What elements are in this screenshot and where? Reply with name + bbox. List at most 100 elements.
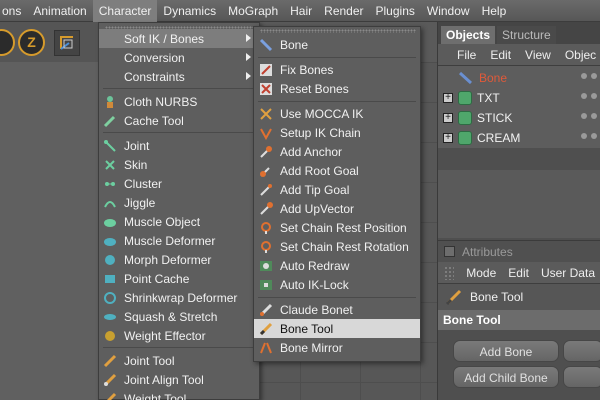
object-row-stick[interactable]: + STICK bbox=[438, 108, 600, 128]
menu-item-use-mocca-ik[interactable]: Use MOCCA IK bbox=[254, 104, 420, 123]
menu-item-cache-tool[interactable]: Cache Tool bbox=[99, 111, 259, 130]
menu-tearoff-grip[interactable] bbox=[260, 29, 416, 33]
world-coordinates-icon[interactable] bbox=[54, 30, 80, 56]
menu-item-cluster[interactable]: Cluster bbox=[99, 174, 259, 193]
menu-plugins[interactable]: Plugins bbox=[370, 0, 421, 22]
visibility-dots[interactable] bbox=[581, 133, 597, 143]
add-bone-button[interactable]: Add Bone bbox=[453, 340, 559, 362]
attributes-menu-mode[interactable]: Mode bbox=[460, 266, 502, 280]
joint-tool-icon bbox=[103, 354, 117, 367]
objects-menu: File Edit View Objec bbox=[438, 44, 600, 66]
soft-ik-submenu: Bone Fix Bones Reset Bones Use MOCCA IK … bbox=[253, 26, 421, 362]
menu-ons[interactable]: ons bbox=[0, 0, 27, 22]
menu-mograph[interactable]: MoGraph bbox=[222, 0, 284, 22]
menu-item-label: Soft IK / Bones bbox=[124, 31, 205, 46]
menu-item-setup-ik-chain[interactable]: Setup IK Chain bbox=[254, 123, 420, 142]
menu-character[interactable]: Character bbox=[92, 0, 158, 22]
menu-animation[interactable]: Animation bbox=[27, 0, 92, 22]
menu-item-label: Joint Tool bbox=[124, 353, 175, 368]
object-name: Bone bbox=[479, 71, 508, 85]
visibility-dots[interactable] bbox=[581, 73, 597, 83]
menu-item-shrinkwrap-deformer[interactable]: Shrinkwrap Deformer bbox=[99, 288, 259, 307]
rotate-tool-icon[interactable] bbox=[0, 29, 15, 56]
objects-menu-view[interactable]: View bbox=[518, 48, 558, 62]
menu-item-add-anchor[interactable]: Add Anchor bbox=[254, 142, 420, 161]
tab-objects[interactable]: Objects bbox=[441, 26, 496, 44]
null-object-icon bbox=[458, 91, 472, 105]
menu-item-bone[interactable]: Bone bbox=[254, 35, 420, 54]
menu-help[interactable]: Help bbox=[476, 0, 513, 22]
menu-window[interactable]: Window bbox=[421, 0, 476, 22]
menu-item-set-chain-rest-position[interactable]: Set Chain Rest Position bbox=[254, 218, 420, 237]
menu-item-label: Squash & Stretch bbox=[124, 309, 218, 324]
viewport-edge bbox=[0, 62, 98, 400]
menu-render[interactable]: Render bbox=[318, 0, 369, 22]
tab-structure[interactable]: Structure bbox=[497, 26, 556, 44]
add-bone-button-2[interactable] bbox=[563, 340, 600, 362]
menu-item-label: Add UpVector bbox=[280, 201, 355, 216]
menu-item-auto-redraw[interactable]: Auto Redraw bbox=[254, 256, 420, 275]
menu-item-label: Reset Bones bbox=[280, 81, 349, 96]
add-child-bone-button-2[interactable] bbox=[563, 366, 600, 388]
objects-menu-file[interactable]: File bbox=[450, 48, 483, 62]
menu-dynamics[interactable]: Dynamics bbox=[157, 0, 222, 22]
menu-item-joint-align-tool[interactable]: Joint Align Tool bbox=[99, 370, 259, 389]
object-row-txt[interactable]: + TXT bbox=[438, 88, 600, 108]
menu-item-weight-tool[interactable]: Weight Tool bbox=[99, 389, 259, 400]
menu-item-morph-deformer[interactable]: Morph Deformer bbox=[99, 250, 259, 269]
menu-item-reset-bones[interactable]: Reset Bones bbox=[254, 79, 420, 98]
menu-item-joint[interactable]: Joint bbox=[99, 136, 259, 155]
menu-item-label: Constraints bbox=[124, 69, 185, 84]
menu-item-fix-bones[interactable]: Fix Bones bbox=[254, 60, 420, 79]
object-list-empty-area[interactable] bbox=[438, 170, 600, 238]
menu-item-muscle-object[interactable]: Muscle Object bbox=[99, 212, 259, 231]
fix-bones-icon bbox=[260, 63, 272, 76]
menu-item-bone-tool[interactable]: Bone Tool bbox=[254, 319, 420, 338]
attributes-menu-user-data[interactable]: User Data bbox=[535, 266, 600, 280]
objects-menu-edit[interactable]: Edit bbox=[483, 48, 518, 62]
menu-item-add-tip-goal[interactable]: Add Tip Goal bbox=[254, 180, 420, 199]
menu-item-set-chain-rest-rotation[interactable]: Set Chain Rest Rotation bbox=[254, 237, 420, 256]
bone-mirror-icon bbox=[260, 342, 272, 353]
menu-item-conversion[interactable]: Conversion bbox=[99, 48, 259, 67]
menu-item-auto-ik-lock[interactable]: Auto IK-Lock bbox=[254, 275, 420, 294]
menu-item-joint-tool[interactable]: Joint Tool bbox=[99, 351, 259, 370]
attributes-checkbox[interactable] bbox=[444, 246, 455, 257]
jiggle-icon bbox=[104, 200, 116, 207]
menu-item-label: Muscle Object bbox=[124, 214, 201, 229]
menu-item-constraints[interactable]: Constraints bbox=[99, 67, 259, 86]
menu-item-jiggle[interactable]: Jiggle bbox=[99, 193, 259, 212]
expand-icon[interactable]: + bbox=[443, 133, 453, 143]
grip-icon[interactable] bbox=[444, 265, 455, 280]
menu-item-label: Auto Redraw bbox=[280, 258, 350, 273]
menu-item-claude-bonet[interactable]: Claude Bonet bbox=[254, 300, 420, 319]
menu-item-label: Add Anchor bbox=[280, 144, 343, 159]
visibility-dots[interactable] bbox=[581, 113, 597, 123]
menu-item-squash-stretch[interactable]: Squash & Stretch bbox=[99, 307, 259, 326]
menu-item-point-cache[interactable]: Point Cache bbox=[99, 269, 259, 288]
menu-item-add-root-goal[interactable]: Add Root Goal bbox=[254, 161, 420, 180]
menu-hair[interactable]: Hair bbox=[284, 0, 318, 22]
attributes-menu-edit[interactable]: Edit bbox=[502, 266, 535, 280]
menu-separator bbox=[103, 132, 255, 133]
menu-item-cloth-nurbs[interactable]: Cloth NURBS bbox=[99, 92, 259, 111]
menu-item-weight-effector[interactable]: Weight Effector bbox=[99, 326, 259, 345]
weight-effector-icon bbox=[105, 330, 115, 341]
right-panel: Objects Structure File Edit View Objec B… bbox=[437, 22, 600, 400]
menu-item-bone-mirror[interactable]: Bone Mirror bbox=[254, 338, 420, 357]
object-row-cream[interactable]: + CREAM bbox=[438, 128, 600, 148]
menu-item-label: Morph Deformer bbox=[124, 252, 212, 267]
z-axis-lock-icon[interactable]: Z bbox=[18, 29, 45, 56]
menu-item-add-upvector[interactable]: Add UpVector bbox=[254, 199, 420, 218]
menu-item-skin[interactable]: Skin bbox=[99, 155, 259, 174]
object-row-bone[interactable]: Bone bbox=[438, 68, 600, 88]
visibility-dots[interactable] bbox=[581, 93, 597, 103]
expand-icon[interactable]: + bbox=[443, 113, 453, 123]
menu-item-label: Cluster bbox=[124, 176, 163, 191]
menu-item-soft-ik-bones[interactable]: Soft IK / Bones bbox=[99, 29, 259, 48]
objects-menu-object[interactable]: Objec bbox=[558, 48, 600, 62]
menu-item-muscle-deformer[interactable]: Muscle Deformer bbox=[99, 231, 259, 250]
expand-icon[interactable]: + bbox=[443, 93, 453, 103]
menu-item-label: Set Chain Rest Rotation bbox=[280, 239, 409, 254]
add-child-bone-button[interactable]: Add Child Bone bbox=[453, 366, 559, 388]
